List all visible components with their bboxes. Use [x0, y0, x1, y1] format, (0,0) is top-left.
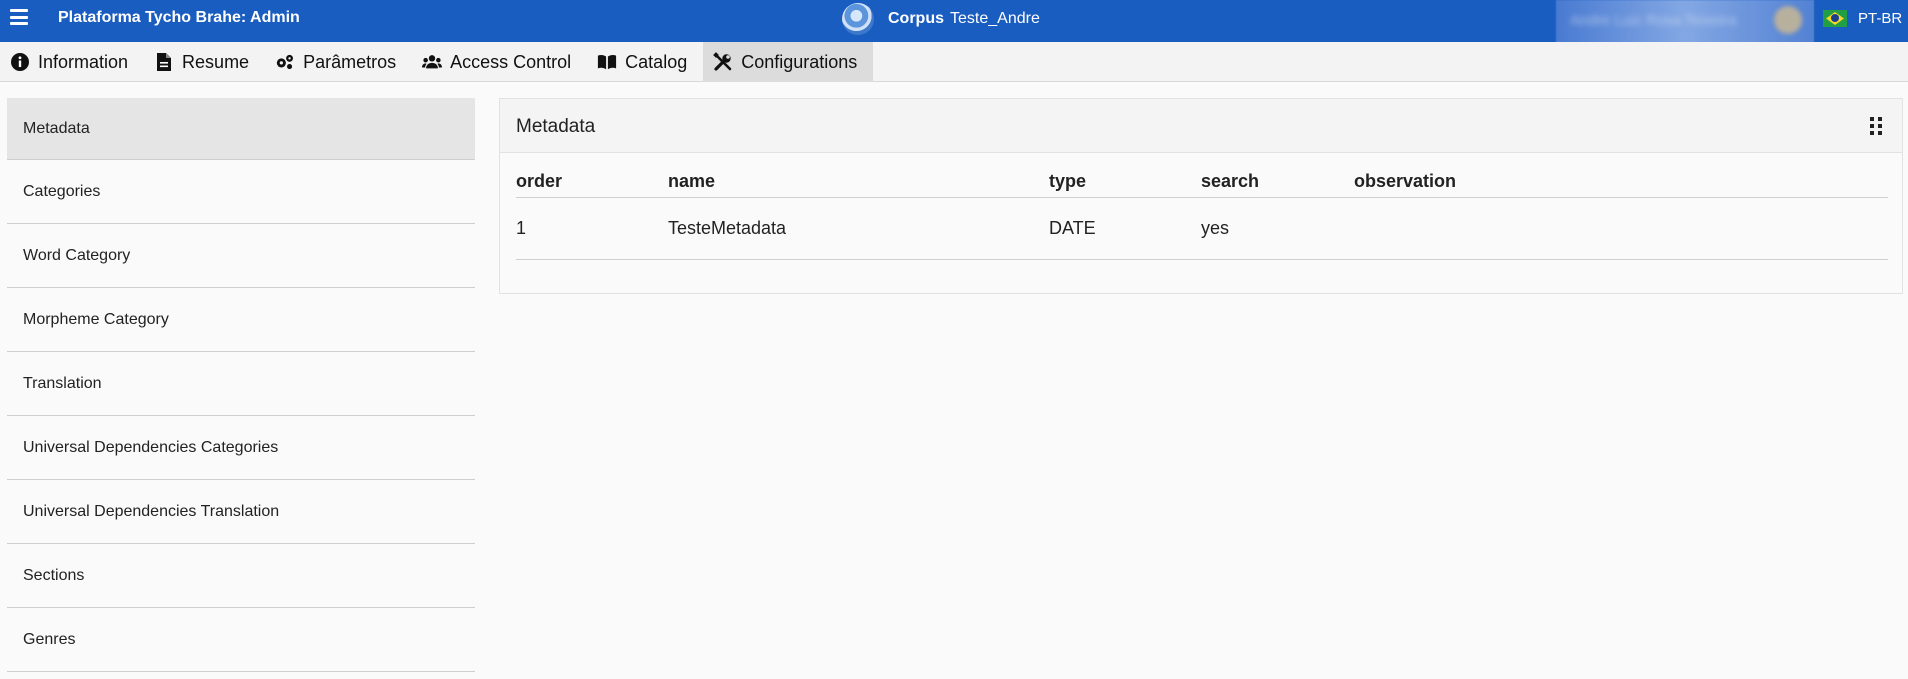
tools-icon [713, 52, 733, 72]
book-icon [597, 52, 617, 72]
language-selector[interactable]: PT-BR [1858, 10, 1902, 27]
metadata-panel: Metadata order name type search observat… [499, 98, 1903, 294]
config-sidebar: Metadata Categories Word Category Morphe… [7, 98, 475, 672]
sidebar-item-genres[interactable]: Genres [7, 608, 475, 672]
avatar [1774, 6, 1802, 34]
table-header-row: order name type search observation [516, 167, 1888, 198]
sidebar-item-categories[interactable]: Categories [7, 160, 475, 224]
info-icon [10, 52, 30, 72]
column-header-observation: observation [1354, 167, 1888, 198]
tab-label: Information [38, 51, 129, 72]
column-header-type: type [1049, 167, 1201, 198]
corpus-name: Teste_Andre [950, 10, 1040, 27]
column-header-order: order [516, 167, 668, 198]
corpus-logo-icon [842, 3, 874, 35]
cell-observation [1354, 197, 1888, 260]
tab-label: Parâmetros [303, 51, 397, 72]
sidebar-item-translation[interactable]: Translation [7, 352, 475, 416]
sidebar-item-ud-categories[interactable]: Universal Dependencies Categories [7, 416, 475, 480]
main-tabs: Information Resume Parâmetros Access Con… [0, 42, 1908, 82]
gears-icon [275, 52, 295, 72]
tab-parametros[interactable]: Parâmetros [265, 42, 412, 82]
cell-order: 1 [516, 197, 668, 260]
tab-label: Access Control [450, 51, 572, 72]
table-row[interactable]: 1 TesteMetadata DATE yes [516, 197, 1888, 260]
user-menu[interactable]: Andre Luiz Rosa Teixeira [1556, 0, 1814, 46]
sidebar-item-ud-translation[interactable]: Universal Dependencies Translation [7, 480, 475, 544]
cell-name: TesteMetadata [668, 197, 1049, 260]
top-bar: Plataforma Tycho Brahe: Admin Corpus Test… [0, 0, 1908, 46]
tab-label: Configurations [741, 51, 858, 72]
menu-icon[interactable] [10, 8, 28, 26]
sidebar-item-morpheme-category[interactable]: Morpheme Category [7, 288, 475, 352]
tab-resume[interactable]: Resume [144, 42, 265, 82]
tab-catalog[interactable]: Catalog [587, 42, 703, 82]
grid-menu-icon[interactable] [1870, 117, 1884, 135]
column-header-search: search [1201, 167, 1354, 198]
sidebar-item-metadata[interactable]: Metadata [7, 98, 475, 160]
tab-label: Catalog [625, 51, 688, 72]
app-title: Plataforma Tycho Brahe: Admin [58, 9, 300, 26]
sidebar-item-sections[interactable]: Sections [7, 544, 475, 608]
users-icon [422, 52, 443, 72]
user-name: Andre Luiz Rosa Teixeira [1570, 12, 1737, 29]
tab-configurations[interactable]: Configurations [703, 42, 874, 82]
sidebar-item-word-category[interactable]: Word Category [7, 224, 475, 288]
cell-search: yes [1201, 197, 1354, 260]
panel-title: Metadata [516, 116, 596, 137]
metadata-table: order name type search observation 1 Tes… [516, 167, 1888, 260]
corpus-label: Corpus [888, 10, 944, 27]
brazil-flag-icon[interactable] [1823, 10, 1847, 27]
tab-access-control[interactable]: Access Control [412, 42, 587, 82]
cell-type: DATE [1049, 197, 1201, 260]
corpus-indicator: Corpus Teste_Andre [842, 3, 1040, 35]
column-header-name: name [668, 167, 1049, 198]
document-icon [154, 52, 174, 72]
panel-header: Metadata [500, 99, 1902, 153]
tab-information[interactable]: Information [0, 42, 144, 82]
tab-label: Resume [182, 51, 250, 72]
